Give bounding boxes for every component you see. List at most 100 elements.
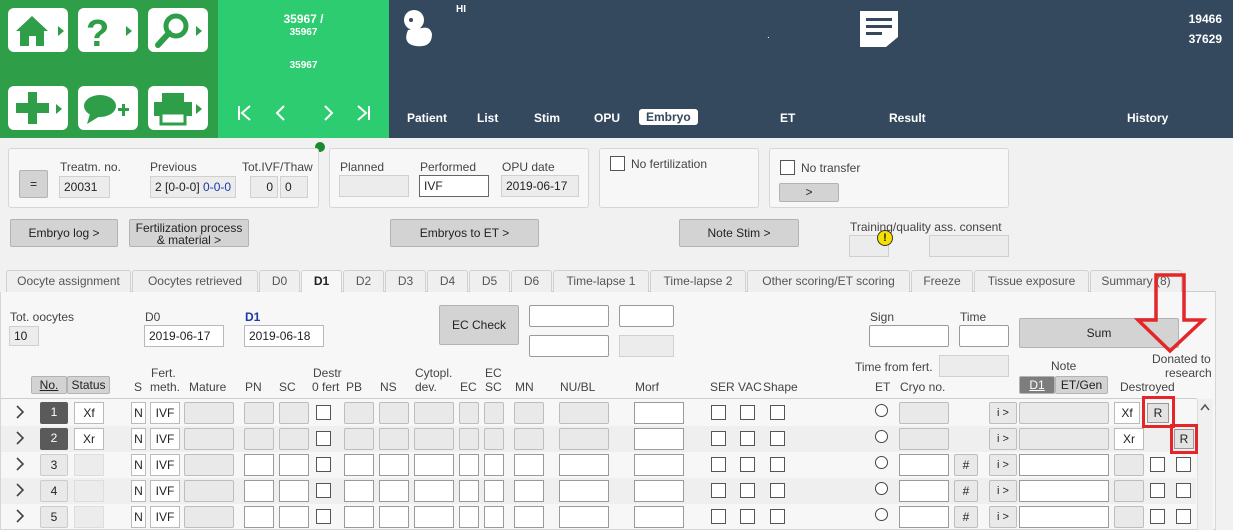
- row-shape-checkbox[interactable]: [770, 405, 785, 420]
- row-ser-checkbox[interactable]: [711, 509, 726, 524]
- row-no-cell[interactable]: 3: [40, 454, 68, 476]
- row-pb-field[interactable]: [344, 480, 374, 502]
- row-destr-checkbox[interactable]: [316, 457, 331, 472]
- row-vac-checkbox[interactable]: [740, 431, 755, 446]
- row-vac-checkbox[interactable]: [740, 483, 755, 498]
- tot-oocytes-field[interactable]: 10: [9, 326, 39, 346]
- row-morf-field[interactable]: [634, 454, 684, 476]
- row-ns-field[interactable]: [379, 402, 409, 424]
- opu-date-field[interactable]: 2019-06-17: [501, 175, 579, 197]
- row-destr-checkbox[interactable]: [316, 431, 331, 446]
- row-destroyed-cell[interactable]: [1114, 480, 1144, 502]
- row-nubl-field[interactable]: [559, 454, 609, 476]
- row-cytopl-field[interactable]: [414, 480, 454, 502]
- row-ecsc-field[interactable]: [484, 402, 504, 424]
- row-fert-cell[interactable]: IVF: [150, 454, 180, 476]
- row-ns-field[interactable]: [379, 454, 409, 476]
- row-destroyed-cell[interactable]: Xf: [1114, 402, 1140, 424]
- tab-d6[interactable]: D6: [511, 270, 552, 292]
- row-et-radio[interactable]: [875, 404, 888, 417]
- tab-d3[interactable]: D3: [385, 270, 426, 292]
- row-pb-field[interactable]: [344, 402, 374, 424]
- row-cytopl-field[interactable]: [414, 402, 454, 424]
- row-note-button[interactable]: i >: [989, 480, 1017, 502]
- row-status-cell[interactable]: [74, 506, 104, 528]
- row-expand-icon[interactable]: [14, 482, 26, 501]
- row-pn-field[interactable]: [244, 454, 274, 476]
- row-note-button[interactable]: i >: [989, 428, 1017, 450]
- last-record-button[interactable]: [354, 103, 372, 126]
- note-tab-et-gen[interactable]: ET/Gen: [1055, 376, 1108, 394]
- row-shape-checkbox[interactable]: [770, 483, 785, 498]
- row-nubl-field[interactable]: [559, 506, 609, 528]
- row-ser-checkbox[interactable]: [711, 483, 726, 498]
- row-sc-field[interactable]: [279, 454, 309, 476]
- row-note-field[interactable]: [1019, 402, 1109, 424]
- row-mn-field[interactable]: [514, 480, 544, 502]
- row-ecsc-field[interactable]: [484, 428, 504, 450]
- col-no-header[interactable]: No.: [31, 376, 67, 394]
- row-note-button[interactable]: i >: [989, 402, 1017, 424]
- nav-tab-opu[interactable]: OPU: [594, 111, 620, 125]
- row-morf-field[interactable]: [634, 480, 684, 502]
- row-et-radio[interactable]: [875, 508, 888, 521]
- next-record-button[interactable]: [320, 103, 338, 126]
- row-ns-field[interactable]: [379, 480, 409, 502]
- row-nubl-field[interactable]: [559, 428, 609, 450]
- row-shape-checkbox[interactable]: [770, 509, 785, 524]
- row-cryo-field[interactable]: [899, 402, 949, 424]
- ec-field-4[interactable]: [619, 335, 674, 357]
- row-mature-field[interactable]: [184, 454, 234, 476]
- tab-d2[interactable]: D2: [343, 270, 384, 292]
- row-ecsc-field[interactable]: [484, 480, 504, 502]
- nav-tab-et[interactable]: ET: [780, 111, 795, 125]
- row-shape-checkbox[interactable]: [770, 431, 785, 446]
- ec-field-2[interactable]: [619, 305, 674, 327]
- row-pn-field[interactable]: [244, 428, 274, 450]
- tot-ivf-field[interactable]: 0: [250, 176, 278, 198]
- row-status-cell[interactable]: [74, 454, 104, 476]
- row-ec-field[interactable]: [459, 480, 479, 502]
- note-tab-d1[interactable]: D1: [1019, 376, 1055, 394]
- row-hash-button[interactable]: #: [954, 480, 978, 502]
- row-ns-field[interactable]: [379, 506, 409, 528]
- row-mn-field[interactable]: [514, 506, 544, 528]
- row-mature-field[interactable]: [184, 402, 234, 424]
- row-cytopl-field[interactable]: [414, 454, 454, 476]
- row-fert-cell[interactable]: IVF: [150, 506, 180, 528]
- row-destroyed-cell[interactable]: [1114, 454, 1144, 476]
- row-note-field[interactable]: [1019, 480, 1109, 502]
- row-cryo-field[interactable]: [899, 428, 949, 450]
- performed-field[interactable]: IVF: [419, 175, 489, 197]
- tab-time-lapse-1[interactable]: Time-lapse 1: [553, 270, 649, 292]
- row-research-checkbox[interactable]: [1176, 509, 1191, 524]
- row-destr-checkbox[interactable]: [316, 405, 331, 420]
- time-field[interactable]: [959, 325, 1009, 347]
- row-ser-checkbox[interactable]: [711, 405, 726, 420]
- tab-d5[interactable]: D5: [469, 270, 510, 292]
- row-pn-field[interactable]: [244, 480, 274, 502]
- row-s-cell[interactable]: N: [131, 480, 146, 502]
- row-morf-field[interactable]: [634, 402, 684, 424]
- col-status-header[interactable]: Status: [67, 376, 110, 394]
- row-mn-field[interactable]: [514, 428, 544, 450]
- row-et-radio[interactable]: [875, 430, 888, 443]
- previous-field[interactable]: 2 [0-0-0] 0-0-0: [150, 176, 236, 198]
- row-ecsc-field[interactable]: [484, 454, 504, 476]
- row-et-radio[interactable]: [875, 482, 888, 495]
- row-hash-button[interactable]: #: [954, 454, 978, 476]
- d0-date-field[interactable]: 2019-06-17: [144, 325, 224, 347]
- notes-button[interactable]: [858, 9, 900, 52]
- row-destroyed-checkbox[interactable]: [1150, 509, 1165, 524]
- no-transfer-button[interactable]: >: [779, 183, 839, 202]
- row-status-cell[interactable]: [74, 480, 104, 502]
- table-scrollbar[interactable]: [1197, 399, 1213, 530]
- row-s-cell[interactable]: N: [131, 506, 146, 528]
- row-ec-field[interactable]: [459, 428, 479, 450]
- tab-oocyte-assignment[interactable]: Oocyte assignment: [6, 270, 131, 292]
- row-mn-field[interactable]: [514, 454, 544, 476]
- row-vac-checkbox[interactable]: [740, 509, 755, 524]
- row-note-button[interactable]: i >: [989, 506, 1017, 528]
- row-expand-icon[interactable]: [14, 404, 26, 423]
- nav-tab-result[interactable]: Result: [889, 111, 926, 125]
